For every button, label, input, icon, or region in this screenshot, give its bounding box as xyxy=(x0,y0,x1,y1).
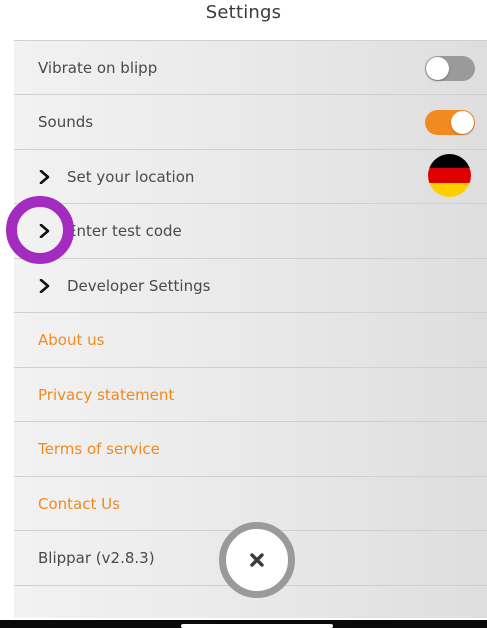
close-icon xyxy=(250,553,264,567)
vibrate-toggle[interactable] xyxy=(425,56,475,81)
vibrate-row: Vibrate on blipp xyxy=(14,40,487,94)
test-code-row[interactable]: Enter test code xyxy=(14,203,487,257)
chevron-right-icon xyxy=(39,279,50,293)
privacy-row[interactable]: Privacy statement xyxy=(14,367,487,421)
app-version-label: Blippar (v2.8.3) xyxy=(38,549,155,567)
sounds-label: Sounds xyxy=(38,113,94,131)
sounds-toggle[interactable] xyxy=(425,110,475,135)
developer-settings-label: Developer Settings xyxy=(67,277,211,295)
vibrate-label: Vibrate on blipp xyxy=(38,59,158,77)
toggle-knob xyxy=(426,57,449,80)
location-label: Set your location xyxy=(67,168,195,186)
toggle-knob xyxy=(451,111,474,134)
about-us-link[interactable]: About us xyxy=(38,313,104,367)
touch-indicator xyxy=(6,196,74,264)
terms-row[interactable]: Terms of service xyxy=(14,421,487,475)
chevron-right-icon xyxy=(39,170,50,184)
germany-flag-icon[interactable] xyxy=(428,154,471,197)
location-row[interactable]: Set your location xyxy=(14,149,487,203)
test-code-label: Enter test code xyxy=(67,222,182,240)
developer-settings-row[interactable]: Developer Settings xyxy=(14,258,487,312)
terms-of-service-link[interactable]: Terms of service xyxy=(38,422,160,476)
page-title: Settings xyxy=(205,2,282,23)
about-us-row[interactable]: About us xyxy=(14,312,487,366)
privacy-statement-link[interactable]: Privacy statement xyxy=(38,368,174,422)
contact-us-link[interactable]: Contact Us xyxy=(38,477,120,531)
home-indicator xyxy=(181,624,333,628)
sounds-row: Sounds xyxy=(14,94,487,148)
close-button[interactable] xyxy=(219,522,295,598)
